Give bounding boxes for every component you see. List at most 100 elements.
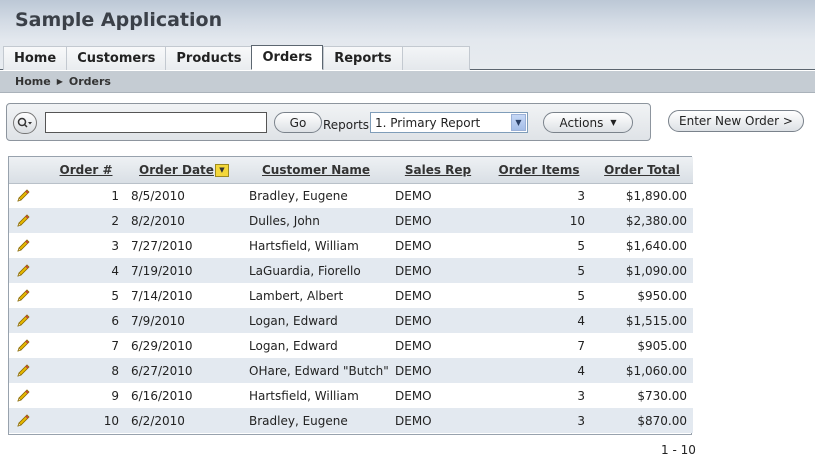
order-total-cell: $1,640.00 <box>591 233 693 258</box>
order-items-cell: 4 <box>487 308 591 333</box>
table-row: 6 7/9/2010 Logan, Edward DEMO 4 $1,515.00 <box>9 308 693 333</box>
edit-cell[interactable] <box>9 358 47 383</box>
order-date-cell: 6/16/2010 <box>125 383 243 408</box>
order-total-cell: $950.00 <box>591 283 693 308</box>
go-button[interactable]: Go <box>274 112 322 133</box>
order-total-cell: $905.00 <box>591 333 693 358</box>
tab-orders[interactable]: Orders <box>251 45 324 70</box>
customer-name-cell: Bradley, Eugene <box>243 183 389 208</box>
search-icon[interactable] <box>13 112 37 134</box>
column-header-sales-rep[interactable]: Sales Rep <box>389 157 487 184</box>
orders-report: Order # Order Date ▼ Customer Name Sales … <box>8 156 693 435</box>
tab-products[interactable]: Products <box>165 46 252 70</box>
caret-down-icon: ▼ <box>610 118 617 127</box>
sales-rep-cell: DEMO <box>389 408 487 433</box>
orders-table: Order # Order Date ▼ Customer Name Sales … <box>9 157 693 433</box>
customer-name-cell: Logan, Edward <box>243 308 389 333</box>
column-header-order-number[interactable]: Order # <box>47 157 125 184</box>
sales-rep-cell: DEMO <box>389 233 487 258</box>
pencil-icon[interactable] <box>15 413 31 429</box>
pencil-icon[interactable] <box>15 313 31 329</box>
pencil-icon[interactable] <box>15 363 31 379</box>
search-region: Go Reports 1. Primary Report ▼ Actions ▼ <box>6 103 651 141</box>
tab-reports[interactable]: Reports <box>323 46 402 70</box>
pencil-icon[interactable] <box>15 213 31 229</box>
pencil-icon[interactable] <box>15 188 31 204</box>
sort-descending-icon[interactable]: ▼ <box>214 163 229 177</box>
edit-cell[interactable] <box>9 408 47 433</box>
search-input[interactable] <box>45 112 267 133</box>
breadcrumb-separator-icon: ▶ <box>56 77 63 86</box>
edit-cell[interactable] <box>9 283 47 308</box>
pencil-icon[interactable] <box>15 238 31 254</box>
sales-rep-cell: DEMO <box>389 308 487 333</box>
order-total-cell: $1,060.00 <box>591 358 693 383</box>
order-number-cell: 4 <box>47 258 125 283</box>
order-items-cell: 5 <box>487 283 591 308</box>
tab-customers[interactable]: Customers <box>66 46 166 70</box>
order-date-cell: 7/19/2010 <box>125 258 243 283</box>
table-row: 5 7/14/2010 Lambert, Albert DEMO 5 $950.00 <box>9 283 693 308</box>
pagination: 1 - 10 <box>661 443 696 457</box>
customer-name-cell: OHare, Edward "Butch" <box>243 358 389 383</box>
order-date-cell: 6/29/2010 <box>125 333 243 358</box>
actions-button[interactable]: Actions ▼ <box>543 112 633 133</box>
order-items-cell: 5 <box>487 258 591 283</box>
customer-name-cell: Lambert, Albert <box>243 283 389 308</box>
tab-bar: Home Customers Products Orders Reports <box>3 45 470 70</box>
sales-rep-cell: DEMO <box>389 358 487 383</box>
order-number-cell: 2 <box>47 208 125 233</box>
search-glyph-icon <box>17 117 32 128</box>
order-items-cell: 3 <box>487 408 591 433</box>
tab-spacer <box>401 46 470 70</box>
pencil-icon[interactable] <box>15 288 31 304</box>
table-row: 10 6/2/2010 Bradley, Eugene DEMO 3 $870.00 <box>9 408 693 433</box>
order-date-cell: 7/27/2010 <box>125 233 243 258</box>
order-number-cell: 5 <box>47 283 125 308</box>
edit-cell[interactable] <box>9 308 47 333</box>
order-items-cell: 5 <box>487 233 591 258</box>
pencil-icon[interactable] <box>15 388 31 404</box>
column-edit-header <box>9 157 47 184</box>
order-items-cell: 10 <box>487 208 591 233</box>
pencil-icon[interactable] <box>15 263 31 279</box>
table-row: 3 7/27/2010 Hartsfield, William DEMO 5 $1,640… <box>9 233 693 258</box>
pencil-icon[interactable] <box>15 338 31 354</box>
table-header-row: Order # Order Date ▼ Customer Name Sales … <box>9 157 693 184</box>
breadcrumb-home[interactable]: Home <box>15 75 51 88</box>
order-number-cell: 7 <box>47 333 125 358</box>
order-date-cell: 8/5/2010 <box>125 183 243 208</box>
edit-cell[interactable] <box>9 383 47 408</box>
edit-cell[interactable] <box>9 258 47 283</box>
sales-rep-cell: DEMO <box>389 383 487 408</box>
tab-home[interactable]: Home <box>3 46 67 70</box>
customer-name-cell: Hartsfield, William <box>243 383 389 408</box>
order-date-cell: 8/2/2010 <box>125 208 243 233</box>
chevron-down-icon[interactable]: ▼ <box>511 114 526 131</box>
order-total-cell: $730.00 <box>591 383 693 408</box>
column-header-customer-name[interactable]: Customer Name <box>243 157 389 184</box>
column-header-order-date[interactable]: Order Date ▼ <box>125 157 243 184</box>
order-date-cell: 6/27/2010 <box>125 358 243 383</box>
edit-cell[interactable] <box>9 233 47 258</box>
enter-new-order-button[interactable]: Enter New Order > <box>668 110 804 132</box>
sales-rep-cell: DEMO <box>389 183 487 208</box>
order-items-cell: 4 <box>487 358 591 383</box>
order-total-cell: $1,090.00 <box>591 258 693 283</box>
order-items-cell: 3 <box>487 183 591 208</box>
reports-select[interactable]: 1. Primary Report ▼ <box>370 112 528 133</box>
sales-rep-cell: DEMO <box>389 208 487 233</box>
column-header-order-items[interactable]: Order Items <box>487 157 591 184</box>
column-header-order-date-label: Order Date <box>139 162 214 177</box>
edit-cell[interactable] <box>9 208 47 233</box>
order-number-cell: 10 <box>47 408 125 433</box>
order-total-cell: $2,380.00 <box>591 208 693 233</box>
edit-cell[interactable] <box>9 183 47 208</box>
order-date-cell: 6/2/2010 <box>125 408 243 433</box>
edit-cell[interactable] <box>9 333 47 358</box>
order-total-cell: $1,890.00 <box>591 183 693 208</box>
table-row: 8 6/27/2010 OHare, Edward "Butch" DEMO 4 $1,0… <box>9 358 693 383</box>
table-body: 1 8/5/2010 Bradley, Eugene DEMO 3 $1,890.00 2 8… <box>9 183 693 433</box>
column-header-order-total[interactable]: Order Total <box>591 157 693 184</box>
order-total-cell: $870.00 <box>591 408 693 433</box>
